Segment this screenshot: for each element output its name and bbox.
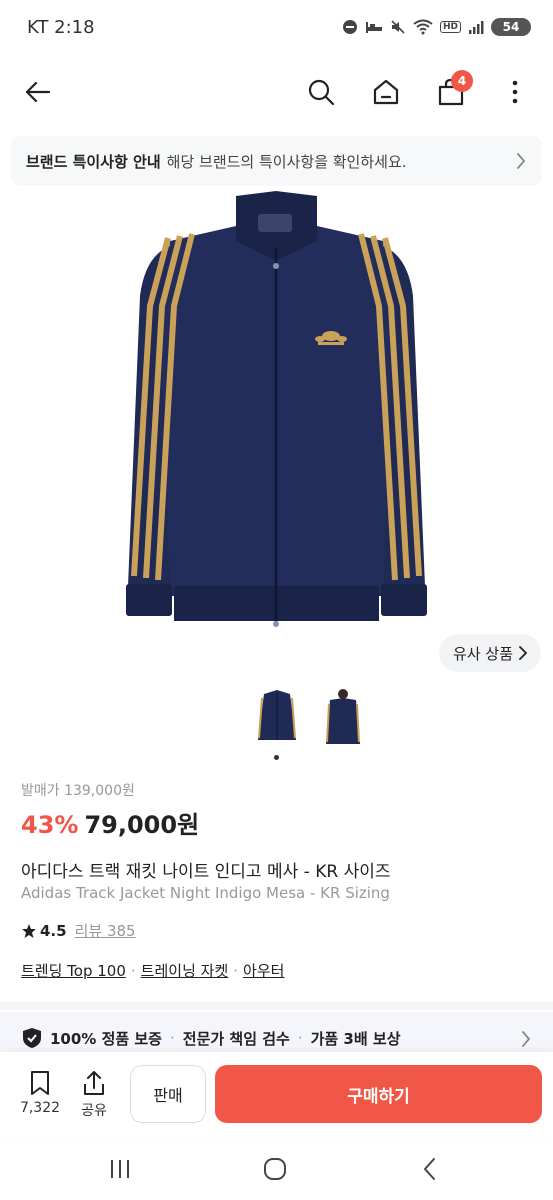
signal-icon — [469, 21, 484, 34]
search-button[interactable] — [301, 72, 341, 112]
home-icon — [373, 79, 399, 105]
bookmark-count: 7,322 — [19, 1100, 61, 1116]
share-button[interactable]: 공유 — [72, 1070, 116, 1120]
section-divider — [0, 1002, 553, 1010]
system-navigation-bar — [0, 1142, 553, 1200]
guarantee-compensation: 가품 3배 보상 — [310, 1029, 401, 1048]
shield-check-icon — [23, 1028, 41, 1048]
tag-outer[interactable]: 아우터 — [243, 960, 284, 981]
brand-notice-title: 브랜드 특이사항 안내 — [26, 152, 161, 171]
chevron-right-icon — [519, 646, 527, 660]
retail-price: 발매가 139,000원 — [21, 783, 135, 799]
tag-training-jacket[interactable]: 트레이닝 자켓 — [141, 960, 229, 981]
sale-price: 79,000원 — [84, 811, 200, 839]
guarantee-separator: · — [297, 1029, 303, 1047]
home-circle-icon[interactable] — [262, 1156, 288, 1182]
status-time: KT 2:18 — [27, 17, 95, 38]
cart-count-badge: 4 — [451, 70, 473, 92]
battery-indicator: 54 — [491, 18, 531, 36]
thumbnail-front[interactable] — [256, 688, 298, 746]
jacket-illustration — [126, 191, 427, 627]
share-label: 공유 — [81, 1103, 107, 1119]
tag-separator: · — [130, 961, 136, 980]
thumbnail-model[interactable] — [322, 688, 364, 746]
bookmark-icon — [31, 1071, 49, 1095]
guarantee-separator: · — [170, 1029, 175, 1047]
review-link[interactable]: 리뷰 385 — [75, 920, 136, 941]
wifi-icon — [413, 19, 433, 35]
guarantee-authentic: 100% 정품 보증 — [50, 1029, 162, 1048]
mute-icon — [391, 20, 405, 34]
home-button[interactable] — [366, 72, 406, 112]
cart-button[interactable]: 4 — [431, 70, 473, 112]
similar-products-button[interactable]: 유사 상품 — [439, 634, 541, 672]
status-icons: HD 54 — [342, 18, 531, 36]
carousel-indicator — [274, 755, 279, 760]
hd-badge: HD — [439, 21, 461, 33]
chevron-right-icon — [517, 153, 526, 169]
sell-button[interactable]: 판매 — [130, 1065, 206, 1123]
product-title-ko: 아디다스 트랙 재킷 나이트 인디고 메사 - KR 사이즈 — [21, 862, 391, 882]
bottom-action-bar: 7,322 공유 판매 구매하기 — [0, 1052, 553, 1142]
buy-button[interactable]: 구매하기 — [215, 1065, 542, 1123]
status-bar: KT 2:18 HD 54 — [0, 0, 553, 56]
bed-icon — [365, 22, 382, 33]
chevron-right-icon — [522, 1031, 531, 1047]
price-row: 43% 79,000원 — [21, 805, 199, 840]
brand-notice-banner[interactable]: 브랜드 특이사항 안내 해당 브랜드의 특이사항을 확인하세요. — [11, 136, 542, 186]
rating-value: 4.5 — [40, 921, 67, 940]
share-icon — [84, 1071, 104, 1095]
recent-apps-icon[interactable] — [108, 1156, 132, 1182]
guarantee-inspection: 전문가 책임 검수 — [182, 1029, 290, 1048]
product-image[interactable] — [0, 186, 553, 636]
category-tags: 트렌딩 Top 100 · 트레이닝 자켓 · 아우터 — [21, 960, 284, 981]
product-title-en: Adidas Track Jacket Night Indigo Mesa - … — [21, 884, 390, 902]
star-icon — [22, 923, 36, 938]
discount-rate: 43% — [21, 811, 79, 839]
search-icon — [308, 79, 335, 106]
dnd-icon — [342, 20, 357, 34]
top-nav: 4 — [0, 66, 553, 118]
back-arrow-icon — [25, 81, 51, 103]
tag-trending[interactable]: 트렌딩 Top 100 — [21, 960, 126, 981]
back-button[interactable] — [17, 72, 57, 112]
back-chevron-icon[interactable] — [420, 1156, 440, 1182]
more-vertical-icon — [512, 80, 518, 104]
image-thumbnails — [0, 688, 553, 748]
more-button[interactable] — [495, 72, 535, 112]
rating-row: 4.5 리뷰 385 — [21, 920, 136, 941]
bookmark-button[interactable]: 7,322 — [18, 1070, 62, 1116]
brand-notice-description: 해당 브랜드의 특이사항을 확인하세요. — [166, 152, 407, 171]
similar-products-label: 유사 상품 — [453, 644, 513, 663]
tag-separator: · — [233, 961, 239, 980]
